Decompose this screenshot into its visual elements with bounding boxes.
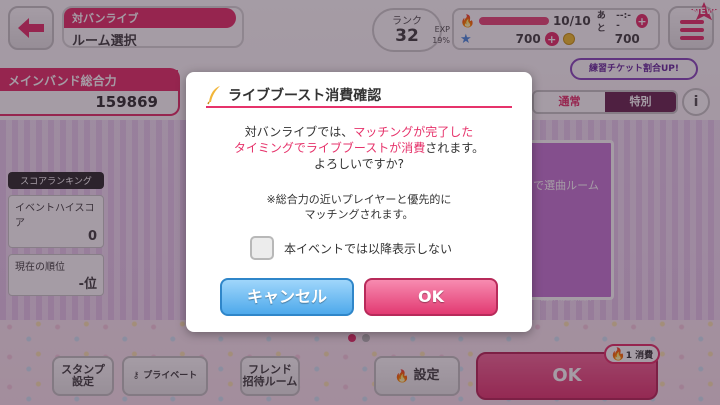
ok-button[interactable]: OK xyxy=(364,278,498,316)
message-highlight-1: マッチングが完了した xyxy=(353,125,474,139)
dialog-note: ※総合力の近いプレイヤーと優先的に マッチングされます。 xyxy=(196,192,522,222)
live-boost-confirm-dialog: ライブブースト消費確認 対バンライブでは、マッチングが完了した タイミングでライ… xyxy=(186,72,532,332)
dialog-message: 対バンライブでは、マッチングが完了した タイミングでライブブーストが消費されます… xyxy=(196,124,522,172)
note-line-1: ※総合力の近いプレイヤーと優先的に xyxy=(266,193,452,206)
cancel-button[interactable]: キャンセル xyxy=(220,278,354,316)
quill-icon xyxy=(207,86,220,105)
dont-show-again-label: 本イベントでは以降表示しない xyxy=(284,241,453,256)
message-highlight-2: タイミングでライブブーストが消費 xyxy=(233,141,426,155)
note-line-2: マッチングされます。 xyxy=(304,208,414,221)
message-text-3: よろしいですか? xyxy=(313,157,404,171)
dont-show-again-checkbox[interactable] xyxy=(250,236,274,260)
dialog-header: ライブブースト消費確認 xyxy=(206,84,512,108)
message-text-2: されます。 xyxy=(425,141,485,155)
dont-show-again-row[interactable]: 本イベントでは以降表示しない xyxy=(250,236,452,260)
dialog-title: ライブブースト消費確認 xyxy=(228,88,382,104)
message-text-1: 対バンライブでは、 xyxy=(244,125,354,139)
